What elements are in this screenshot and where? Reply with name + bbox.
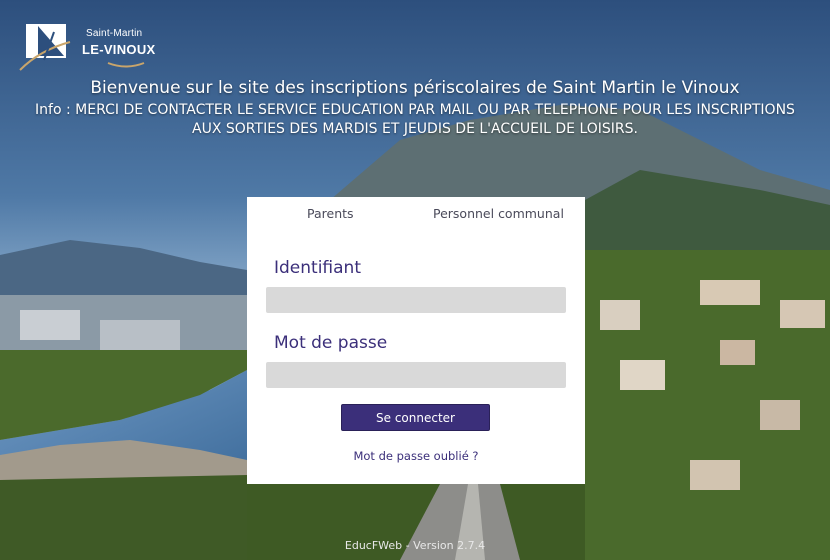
logo-mark-icon	[19, 24, 71, 71]
password-label: Mot de passe	[274, 333, 388, 353]
version-label: EducFWeb - Version 2.7.4	[344, 539, 486, 552]
logo-swoosh-icon	[107, 62, 145, 68]
login-tabs: Parents Personnel communal	[247, 197, 585, 227]
page-title: Bienvenue sur le site des inscriptions p…	[90, 78, 740, 98]
username-label: Identifiant	[274, 258, 361, 278]
info-message: Info : MERCI DE CONTACTER LE SERVICE EDU…	[15, 101, 815, 139]
logo-line2: LE-VINOUX	[82, 42, 156, 57]
city-logo: Saint-Martin LE-VINOUX	[18, 20, 168, 72]
logo-line1: Saint-Martin	[86, 28, 143, 39]
password-input[interactable]	[266, 362, 566, 388]
info-line-2: AUX SORTIES DES MARDIS ET JEUDIS DE L'AC…	[192, 121, 638, 137]
forgot-password-link[interactable]: Mot de passe oublié ?	[247, 449, 585, 463]
tab-personnel-communal[interactable]: Personnel communal	[433, 206, 564, 221]
username-input[interactable]	[266, 287, 566, 313]
login-card: Parents Personnel communal Identifiant M…	[247, 197, 585, 484]
info-line-1: Info : MERCI DE CONTACTER LE SERVICE EDU…	[35, 102, 795, 118]
tab-parents[interactable]: Parents	[307, 206, 354, 221]
login-button[interactable]: Se connecter	[341, 404, 490, 431]
